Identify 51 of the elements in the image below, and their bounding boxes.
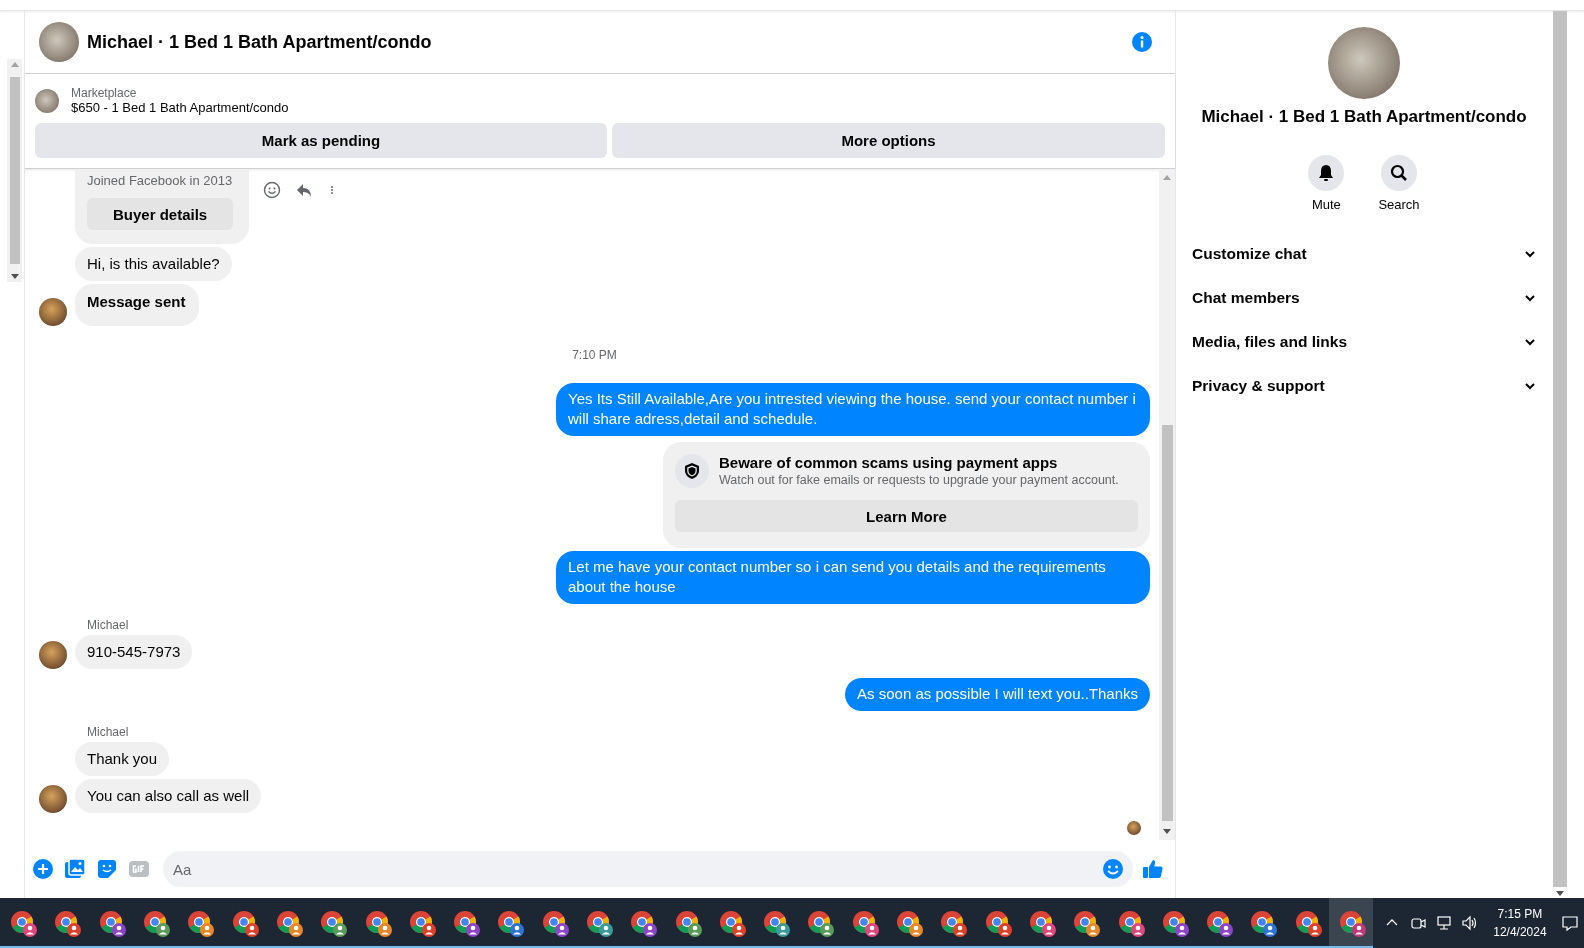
listing-title: $650 - 1 Bed 1 Bath Apartment/condo	[71, 100, 289, 115]
warning-text: Watch out for fake emails or requests to upgrade your payment account.	[719, 473, 1119, 487]
incoming-message: Message sent	[75, 284, 200, 326]
details-section[interactable]: Chat members	[1184, 276, 1544, 320]
plus-icon[interactable]	[31, 857, 55, 881]
scrollbar[interactable]	[1553, 11, 1567, 887]
scrollbar[interactable]	[1159, 169, 1175, 840]
joined-text: Joined Facebook in 2013	[87, 173, 233, 188]
info-icon[interactable]	[1131, 31, 1153, 53]
emoji-icon[interactable]	[1101, 857, 1125, 881]
chevron-icon	[1524, 248, 1536, 260]
chevron-icon	[1524, 336, 1536, 348]
emoji-icon[interactable]	[263, 181, 282, 199]
details-section[interactable]: Media, files and links	[1184, 320, 1544, 364]
clock-time[interactable]: 7:15 PM	[1497, 905, 1543, 923]
sticker-icon[interactable]	[95, 857, 119, 881]
shield-icon	[675, 454, 709, 488]
sender-name: Michael	[87, 618, 129, 632]
image-icon[interactable]	[63, 857, 87, 881]
search-icon	[1389, 163, 1409, 183]
incoming-message: 910-545-7973	[75, 635, 193, 669]
chat-title: Michael · 1 Bed 1 Bath Apartment/condo	[87, 31, 433, 53]
listing-source: Marketplace	[71, 86, 138, 100]
timestamp: 7:10 PM	[572, 348, 617, 362]
network-icon[interactable]	[1435, 914, 1454, 932]
chevron-icon	[1524, 380, 1536, 392]
listing-photo-placeholder	[35, 88, 59, 113]
listing-action-button[interactable]: Mark as pending	[35, 123, 607, 158]
warning-title: Beware of common scams using payment apps	[719, 454, 1059, 471]
notification-icon[interactable]	[1560, 914, 1579, 932]
listing-photo-placeholder	[39, 22, 79, 62]
chevron-icon	[1524, 292, 1536, 304]
incoming-message: Thank you	[75, 742, 170, 776]
incoming-message: Hi, is this available?	[75, 247, 232, 281]
learn-more-button[interactable]: Learn More	[675, 500, 1138, 532]
details-section[interactable]: Privacy & support	[1184, 364, 1544, 408]
scrollbar[interactable]	[7, 59, 22, 282]
buyer-details-button[interactable]: Buyer details	[87, 198, 234, 230]
outgoing-message: Yes Its Still Available,Are you intrested viewing the house. send your contact number i will share adress,detail and schedule.	[556, 383, 1150, 436]
sender-name: Michael	[87, 725, 129, 739]
incoming-message: You can also call as well	[75, 779, 262, 813]
listing-action-button[interactable]: More options	[612, 123, 1165, 158]
message-input-field[interactable]: Aa	[163, 851, 1133, 887]
thumbs-up-icon[interactable]	[1141, 857, 1165, 881]
taskbar-app-button[interactable]	[1328, 898, 1374, 948]
outgoing-message: Let me have your contact number so i can send you details and the requirements about the house	[556, 551, 1150, 604]
details-section[interactable]: Customize chat	[1184, 232, 1544, 276]
conversation-name: Michael · 1 Bed 1 Bath Apartment/condo	[1200, 107, 1528, 127]
outgoing-message: As soon as possible I will text you..Thanks	[845, 678, 1150, 711]
seen-avatar-placeholder	[1127, 821, 1141, 835]
clock-date[interactable]: 12/4/2024	[1493, 923, 1547, 941]
